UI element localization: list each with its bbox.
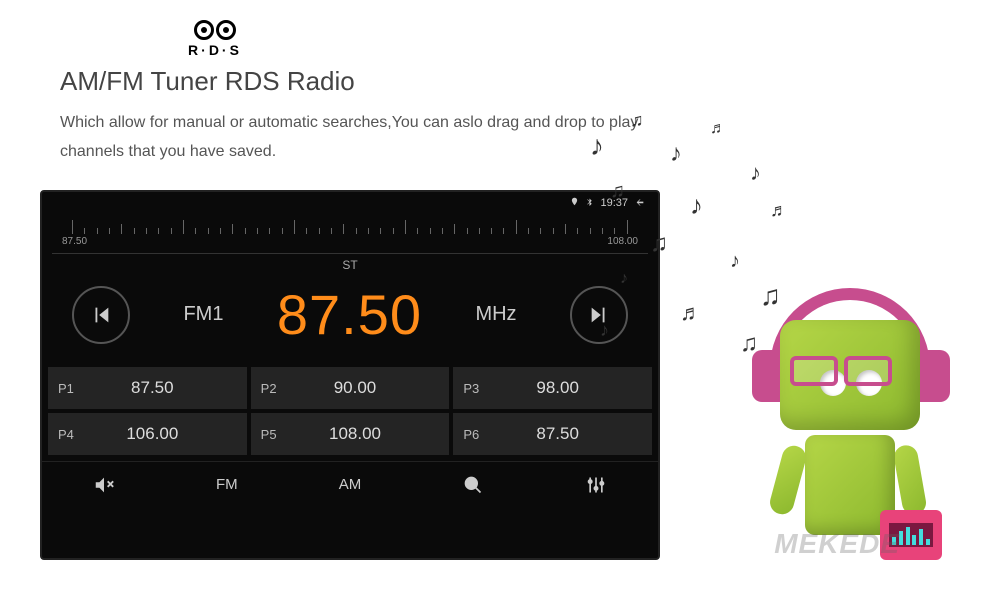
band-label: FM1 [183,303,223,326]
bottom-toolbar: FM AM [42,461,658,507]
tuner-scale[interactable]: 87.50 108.00 [52,214,648,254]
preset-5[interactable]: P5 108.00 [251,413,450,455]
preset-label: P4 [48,427,88,442]
preset-label: P3 [453,381,493,396]
equalizer-button[interactable] [535,462,658,507]
mute-button[interactable] [42,462,165,507]
status-bar: 19:37 [42,192,658,214]
page-title: AM/FM Tuner RDS Radio [60,66,1000,97]
prev-station-button[interactable] [72,286,130,344]
radio-device: 19:37 87.50 108.00 ST FM1 87. [40,190,660,560]
watermark: MEKEDE [774,528,900,560]
preset-value: 108.00 [291,424,450,444]
frequency-unit: MHz [475,303,516,326]
preset-value: 87.50 [88,378,247,398]
preset-1[interactable]: P1 87.50 [48,367,247,409]
fm-button[interactable]: FM [165,462,288,507]
next-station-button[interactable] [570,286,628,344]
stereo-indicator: ST [42,258,658,272]
preset-6[interactable]: P6 87.50 [453,413,652,455]
search-button[interactable] [412,462,535,507]
preset-label: P2 [251,381,291,396]
preset-grid: P1 87.50 P2 90.00 P3 98.00 P4 106.00 P5 … [42,367,658,455]
rds-label: R·D·S [188,42,242,58]
location-icon [570,197,579,209]
preset-value: 90.00 [291,378,450,398]
preset-label: P1 [48,381,88,396]
preset-value: 87.50 [493,424,652,444]
bluetooth-icon [585,197,594,209]
preset-value: 98.00 [493,378,652,398]
frequency-display: 87.50 [277,282,422,347]
preset-3[interactable]: P3 98.00 [453,367,652,409]
scale-max: 108.00 [607,236,638,247]
page-description: Which allow for manual or automatic sear… [60,109,660,167]
preset-2[interactable]: P2 90.00 [251,367,450,409]
rds-logo: R·D·S [170,20,260,58]
preset-value: 106.00 [88,424,247,444]
preset-label: P6 [453,427,493,442]
am-button[interactable]: AM [288,462,411,507]
status-time: 19:37 [600,197,628,209]
scale-min: 87.50 [62,236,87,247]
preset-label: P5 [251,427,291,442]
preset-4[interactable]: P4 106.00 [48,413,247,455]
back-icon[interactable] [634,197,646,210]
